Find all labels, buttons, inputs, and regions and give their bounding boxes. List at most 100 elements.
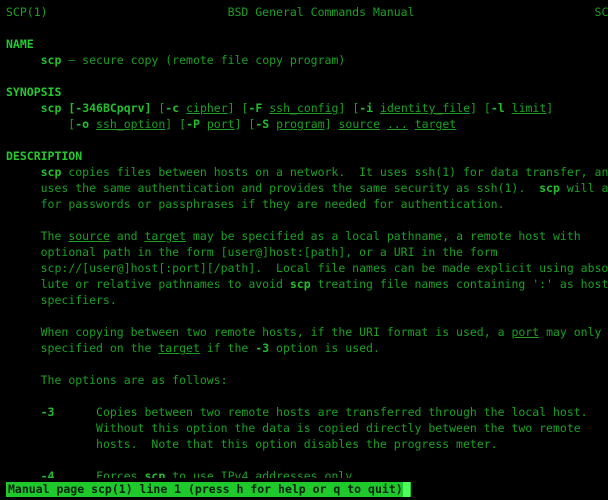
description-p1-line-2-text: uses the same authentication and provide… <box>40 181 540 195</box>
description-heading-text: DESCRIPTION <box>6 149 83 163</box>
description-p3-line-1-a: When copying between two remote hosts, i… <box>40 325 512 339</box>
option-3-text-line-3: hosts. Note that this option disables th… <box>96 437 498 451</box>
description-p2-line-1-b: and <box>109 229 145 243</box>
option-4-text-b: to use IPv4 addresses only. <box>165 469 360 478</box>
description-p3-line-2-a: specified on the <box>40 341 159 355</box>
synopsis-arg-ssh-option: ssh_option <box>96 117 166 131</box>
description-p1-line-3-text: for passwords or passphrases if they are… <box>40 197 505 211</box>
description-p3-line-2: specified on the target if the -3 option… <box>0 340 608 356</box>
synopsis-command: scp <box>40 101 62 115</box>
scp-bold-inline: scp <box>144 469 166 478</box>
target-arg-inline: target <box>144 229 187 243</box>
description-p1-line-2: uses the same authentication and provide… <box>0 180 608 196</box>
text-cursor <box>402 481 410 497</box>
option-entry-4: -4 Forces scp to use IPv4 addresses only… <box>0 468 608 478</box>
description-p2-line-5-text: specifiers. <box>40 293 117 307</box>
synopsis-arg-identity-file: identity_file <box>380 101 471 115</box>
description-p3-line-2-c: option is used. <box>269 341 380 355</box>
description-p2-line-2-text: optional path in the form [user@]host:[p… <box>40 245 498 259</box>
description-p1-line-2-tail: will ask <box>566 181 608 195</box>
option-3-inline: -3 <box>255 341 270 355</box>
synopsis-flag-o: -o <box>75 117 90 131</box>
scp-command-literal: scp <box>40 53 62 67</box>
man-header-spacer-right <box>415 5 595 19</box>
synopsis-arg-target: target <box>414 117 457 131</box>
man-pager-content[interactable]: SCP(1) BSD General Commands Manual SCP(1… <box>0 0 608 478</box>
description-p2-line-3-text: scp://[user@]host[:port][/path]. Local f… <box>40 261 608 275</box>
option-flag-4: -4 <box>40 469 55 478</box>
scp-bold-inline: scp <box>289 277 311 291</box>
synopsis-flag-l: -l <box>490 101 505 115</box>
description-p2-line-2: optional path in the form [user@]host:[p… <box>0 244 608 260</box>
option-entry-3-line-2: Without this option the data is copied d… <box>0 420 608 436</box>
option-flag-3: -3 <box>40 405 55 419</box>
option-entry-3-line-1: -3 Copies between two remote hosts are t… <box>0 404 608 420</box>
man-header-right: SCP(1) <box>594 5 608 19</box>
description-p2-line-5: specifiers. <box>0 292 608 308</box>
synopsis-arg-port: port <box>206 117 235 131</box>
synopsis-arg-limit: limit <box>511 101 547 115</box>
pager-status-bar-inner[interactable]: Manual page scp(1) line 1 (press h for h… <box>6 481 411 497</box>
synopsis-arg-ssh-config: ssh_config <box>269 101 339 115</box>
synopsis-flag-c: -c <box>165 101 180 115</box>
port-arg-inline: port <box>511 325 540 339</box>
synopsis-heading-text: SYNOPSIS <box>6 85 62 99</box>
description-p2-line-1: The source and target may be specified a… <box>0 228 608 244</box>
section-heading-description: DESCRIPTION <box>0 148 608 164</box>
description-p2-line-3: scp://[user@]host[:port][/path]. Local f… <box>0 260 608 276</box>
synopsis-flag-S: -S <box>255 117 270 131</box>
man-header-left: SCP(1) <box>6 5 48 19</box>
synopsis-flag-F: -F <box>248 101 263 115</box>
synopsis-flag-bundle: [-346BCpqrv] <box>68 101 152 115</box>
options-intro-line: The options are as follows: <box>0 372 608 388</box>
description-p2-line-4: lute or relative pathnames to avoid scp … <box>0 276 608 292</box>
description-p2-line-4-a: lute or relative pathnames to avoid <box>40 277 290 291</box>
option-entry-3-line-3: hosts. Note that this option disables th… <box>0 436 608 452</box>
synopsis-arg-ellipsis: ... <box>386 117 408 131</box>
option-gap <box>54 469 96 478</box>
man-header-spacer-left <box>48 5 228 19</box>
description-p2-line-1-a: The <box>40 229 69 243</box>
man-page-header: SCP(1) BSD General Commands Manual SCP(1… <box>0 4 608 20</box>
description-p3-line-1: When copying between two remote hosts, i… <box>0 324 608 340</box>
options-intro-text: The options are as follows: <box>40 373 228 387</box>
description-p1-line-3: for passwords or passphrases if they are… <box>0 196 608 212</box>
description-p2-line-1-c: may be specified as a local pathname, a … <box>186 229 581 243</box>
section-heading-name: NAME <box>0 36 608 52</box>
name-summary-text: — secure copy (remote file copy program) <box>61 53 346 67</box>
synopsis-flag-P: -P <box>186 117 200 131</box>
description-p1-line-1: scp copies files between hosts on a netw… <box>0 164 608 180</box>
man-header-center: BSD General Commands Manual <box>227 5 415 19</box>
name-heading-text: NAME <box>6 37 34 51</box>
synopsis-arg-source: source <box>338 117 381 131</box>
synopsis-arg-cipher: cipher <box>186 101 228 115</box>
description-p2-line-4-b: treating file names containing ':' as ho… <box>310 277 608 291</box>
target-arg-inline: target <box>158 341 200 355</box>
synopsis-line-1: scp [-346BCpqrv] [-c cipher] [-F ssh_con… <box>40 101 554 115</box>
synopsis-line-2: [-o ssh_option] [-P port] [-S program] s… <box>6 117 457 131</box>
option-3-text-line-1: Copies between two remote hosts are tran… <box>96 405 588 419</box>
description-p1-line-1-text: copies files between hosts on a network.… <box>61 165 608 179</box>
source-arg-inline: source <box>68 229 110 243</box>
synopsis-flag-i: -i <box>359 101 374 115</box>
description-p3-line-2-b: if the <box>199 341 256 355</box>
synopsis-arg-program: program <box>276 117 325 131</box>
section-heading-synopsis: SYNOPSIS <box>0 84 608 100</box>
option-4-text-a: Forces <box>96 469 145 478</box>
scp-bold-inline: scp <box>539 181 560 195</box>
scp-bold-inline: scp <box>40 165 62 179</box>
pager-status-bar[interactable]: Manual page scp(1) line 1 (press h for h… <box>0 478 608 500</box>
description-p3-line-1-b: may only be <box>546 325 602 339</box>
option-3-text-line-2: Without this option the data is copied d… <box>96 421 581 435</box>
terminal-window: SCP(1) BSD General Commands Manual SCP(1… <box>0 0 608 500</box>
name-summary-line: scp — secure copy (remote file copy prog… <box>0 52 608 68</box>
option-gap <box>54 405 96 419</box>
